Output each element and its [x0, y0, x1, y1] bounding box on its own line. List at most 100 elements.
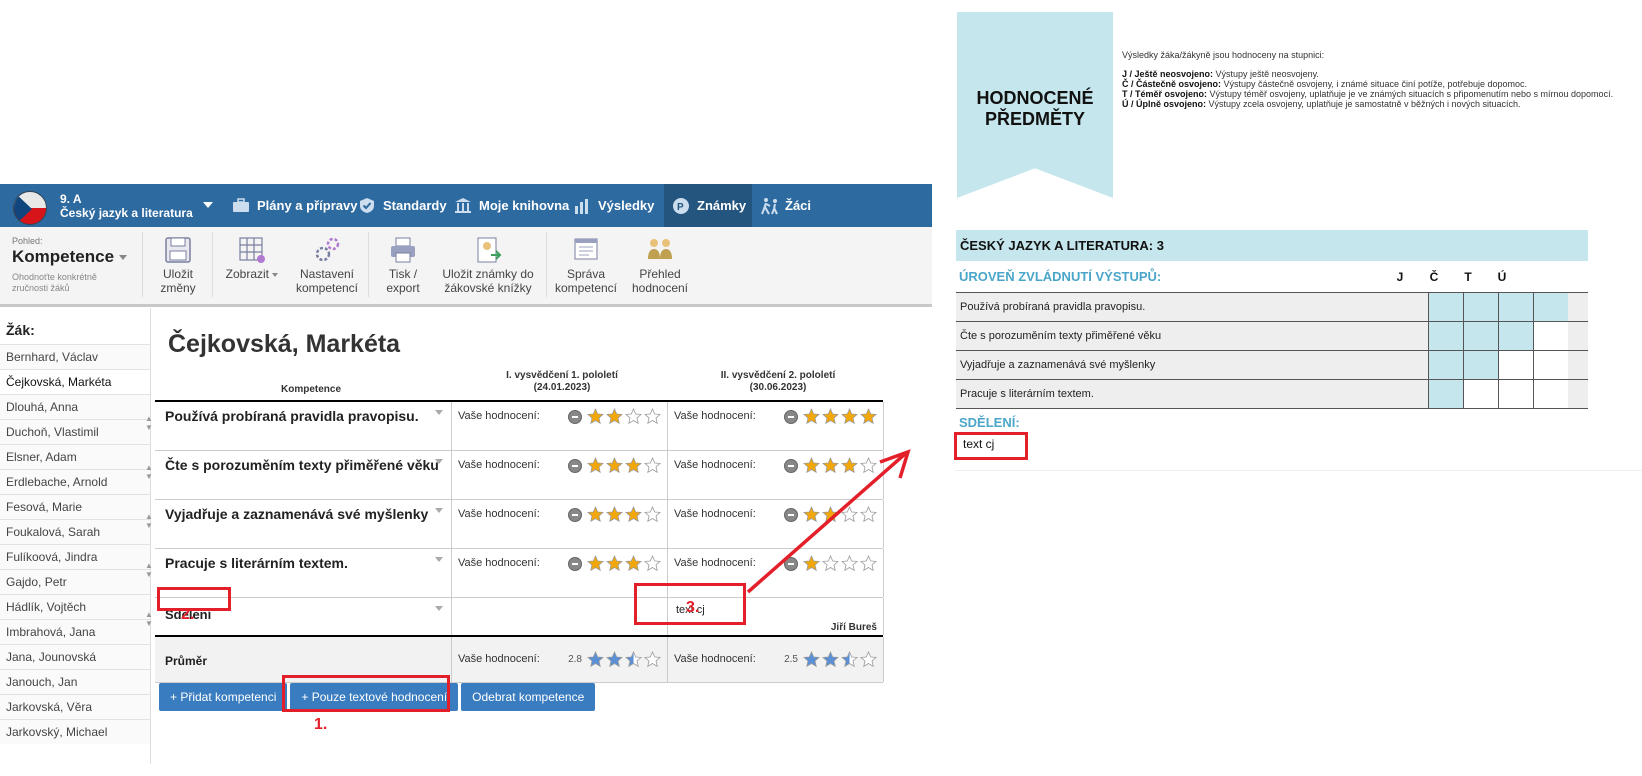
average-term2-label: Vaše hodnocení: — [674, 653, 756, 665]
report-row: Používá probíraná pravidla pravopisu. — [956, 293, 1588, 322]
star-icon[interactable] — [860, 408, 877, 425]
class-dropdown-caret-icon[interactable] — [203, 202, 213, 208]
student-item[interactable]: Hádlík, Vojtěch — [0, 594, 150, 619]
term2-rating-stars[interactable] — [784, 408, 877, 425]
star-icon[interactable] — [625, 457, 642, 474]
student-item[interactable]: Jana, Jounovská — [0, 644, 150, 669]
level-letter-u: Ú — [1497, 270, 1507, 284]
star-icon[interactable] — [860, 651, 877, 668]
student-item[interactable]: Fesová, Marie — [0, 494, 150, 519]
remove-competences-button[interactable]: Odebrat kompetence — [461, 683, 596, 711]
manage-competences-button[interactable]: Správa kompetencí — [554, 235, 618, 295]
star-icon[interactable] — [644, 457, 661, 474]
term1-rating-stars[interactable] — [568, 408, 661, 425]
star-icon[interactable] — [803, 651, 820, 668]
star-icon[interactable] — [587, 555, 604, 572]
toolbar-divider — [212, 232, 213, 297]
competence-term1-cell: Vaše hodnocení: — [452, 500, 668, 548]
student-item[interactable]: Janouch, Jan — [0, 669, 150, 694]
marker-2: 2. — [181, 606, 195, 623]
star-icon[interactable] — [803, 408, 820, 425]
clear-rating-icon[interactable] — [568, 409, 582, 424]
manage-label-2: kompetencí — [554, 281, 618, 295]
student-item[interactable]: Gajdo, Petr — [0, 569, 150, 594]
class-selector[interactable]: 9. A Český jazyk a literatura — [60, 192, 193, 220]
student-item[interactable]: Imbrahová, Jana — [0, 619, 150, 644]
star-icon[interactable] — [644, 506, 661, 523]
highlight-box-report — [954, 432, 1028, 460]
clear-rating-icon[interactable] — [568, 458, 582, 473]
star-icon[interactable] — [606, 408, 623, 425]
student-item[interactable]: Fulíkoová, Jindra — [0, 544, 150, 569]
clear-rating-icon[interactable] — [568, 556, 582, 571]
view-value[interactable]: Kompetence — [12, 247, 128, 267]
star-icon[interactable] — [587, 457, 604, 474]
nav-plany[interactable]: Plány a přípravy — [224, 184, 365, 227]
star-icon[interactable] — [841, 651, 858, 668]
term1-rating-stars[interactable] — [568, 506, 661, 523]
view-selector[interactable]: Pohled: Kompetence Ohodnoťte konkrétně z… — [12, 236, 128, 294]
star-icon[interactable] — [822, 651, 839, 668]
overview-label-2: hodnocení — [631, 281, 689, 295]
star-icon[interactable] — [606, 457, 623, 474]
reorder-arrows-icon[interactable]: ▲ ▼ — [145, 512, 153, 530]
competence-dropdown-icon[interactable] — [435, 508, 443, 513]
star-icon[interactable] — [587, 506, 604, 523]
nav-standardy[interactable]: Standardy — [350, 184, 455, 227]
competence-dropdown-icon[interactable] — [435, 459, 443, 464]
nav-vysledky[interactable]: Výsledky — [565, 184, 662, 227]
student-item[interactable]: Dlouhá, Anna — [0, 394, 150, 419]
toolbar-divider — [142, 232, 143, 297]
student-item[interactable]: Jarkovský, Michael — [0, 719, 150, 744]
average-term1-stars: 2.8 — [568, 651, 661, 668]
competence-dropdown-icon[interactable] — [435, 410, 443, 415]
nav-znamky[interactable]: P Známky — [664, 184, 752, 227]
student-item[interactable]: Elsner, Adam — [0, 444, 150, 469]
star-icon[interactable] — [625, 408, 642, 425]
add-competence-button[interactable]: + Přidat kompetenci — [159, 683, 288, 711]
star-icon[interactable] — [822, 408, 839, 425]
star-icon[interactable] — [644, 651, 661, 668]
star-icon[interactable] — [587, 408, 604, 425]
competence-dropdown-icon[interactable] — [435, 557, 443, 562]
star-icon[interactable] — [644, 408, 661, 425]
reorder-arrows-icon[interactable]: ▲ ▼ — [145, 561, 153, 579]
star-icon[interactable] — [587, 651, 604, 668]
nav-zaci[interactable]: Žáci — [752, 184, 819, 227]
star-icon[interactable] — [841, 408, 858, 425]
star-icon[interactable] — [625, 555, 642, 572]
term1-rating-stars[interactable] — [568, 457, 661, 474]
show-button[interactable]: Zobrazit — [224, 235, 280, 281]
star-icon[interactable] — [644, 555, 661, 572]
reorder-arrows-icon[interactable]: ▲ ▼ — [145, 414, 153, 432]
star-icon[interactable] — [606, 651, 623, 668]
floppy-disk-icon — [165, 237, 191, 263]
term1-rating-stars[interactable] — [568, 555, 661, 572]
student-item[interactable]: Erdlebache, Arnold — [0, 469, 150, 494]
star-icon[interactable] — [606, 555, 623, 572]
nav-knihovna[interactable]: Moje knihovna — [446, 184, 577, 227]
student-item[interactable]: Foukalová, Sarah — [0, 519, 150, 544]
rating-label: Vaše hodnocení: — [674, 410, 756, 422]
sdeleni-dropdown-icon[interactable] — [435, 606, 443, 611]
student-item[interactable]: Duchoň, Vlastimil — [0, 419, 150, 444]
student-item[interactable]: Jarkovská, Věra — [0, 694, 150, 719]
print-export-button[interactable]: Tisk / export — [378, 235, 428, 295]
reorder-arrows-icon[interactable]: ▲ ▼ — [145, 610, 153, 628]
clear-rating-icon[interactable] — [568, 507, 582, 522]
overview-button[interactable]: Přehled hodnocení — [630, 235, 690, 295]
competence-settings-button[interactable]: Nastavení kompetencí — [292, 235, 362, 295]
student-item[interactable]: Čejkovská, Markéta — [0, 369, 150, 394]
reorder-arrows-icon[interactable]: ▲ ▼ — [145, 463, 153, 481]
clear-rating-icon[interactable] — [784, 409, 798, 424]
save-changes-button[interactable]: Uložit změny — [156, 235, 200, 295]
student-item[interactable]: Bernhard, Václav — [0, 344, 150, 369]
star-icon[interactable] — [625, 506, 642, 523]
gears-icon — [315, 237, 340, 262]
star-icon[interactable] — [625, 651, 642, 668]
report-divider — [955, 470, 1642, 471]
czech-flag-icon[interactable] — [13, 191, 47, 225]
save-grades-book-button[interactable]: Uložit známky do žákovské knížky — [436, 235, 540, 295]
star-icon[interactable] — [606, 506, 623, 523]
show-dropdown-icon — [272, 272, 279, 277]
